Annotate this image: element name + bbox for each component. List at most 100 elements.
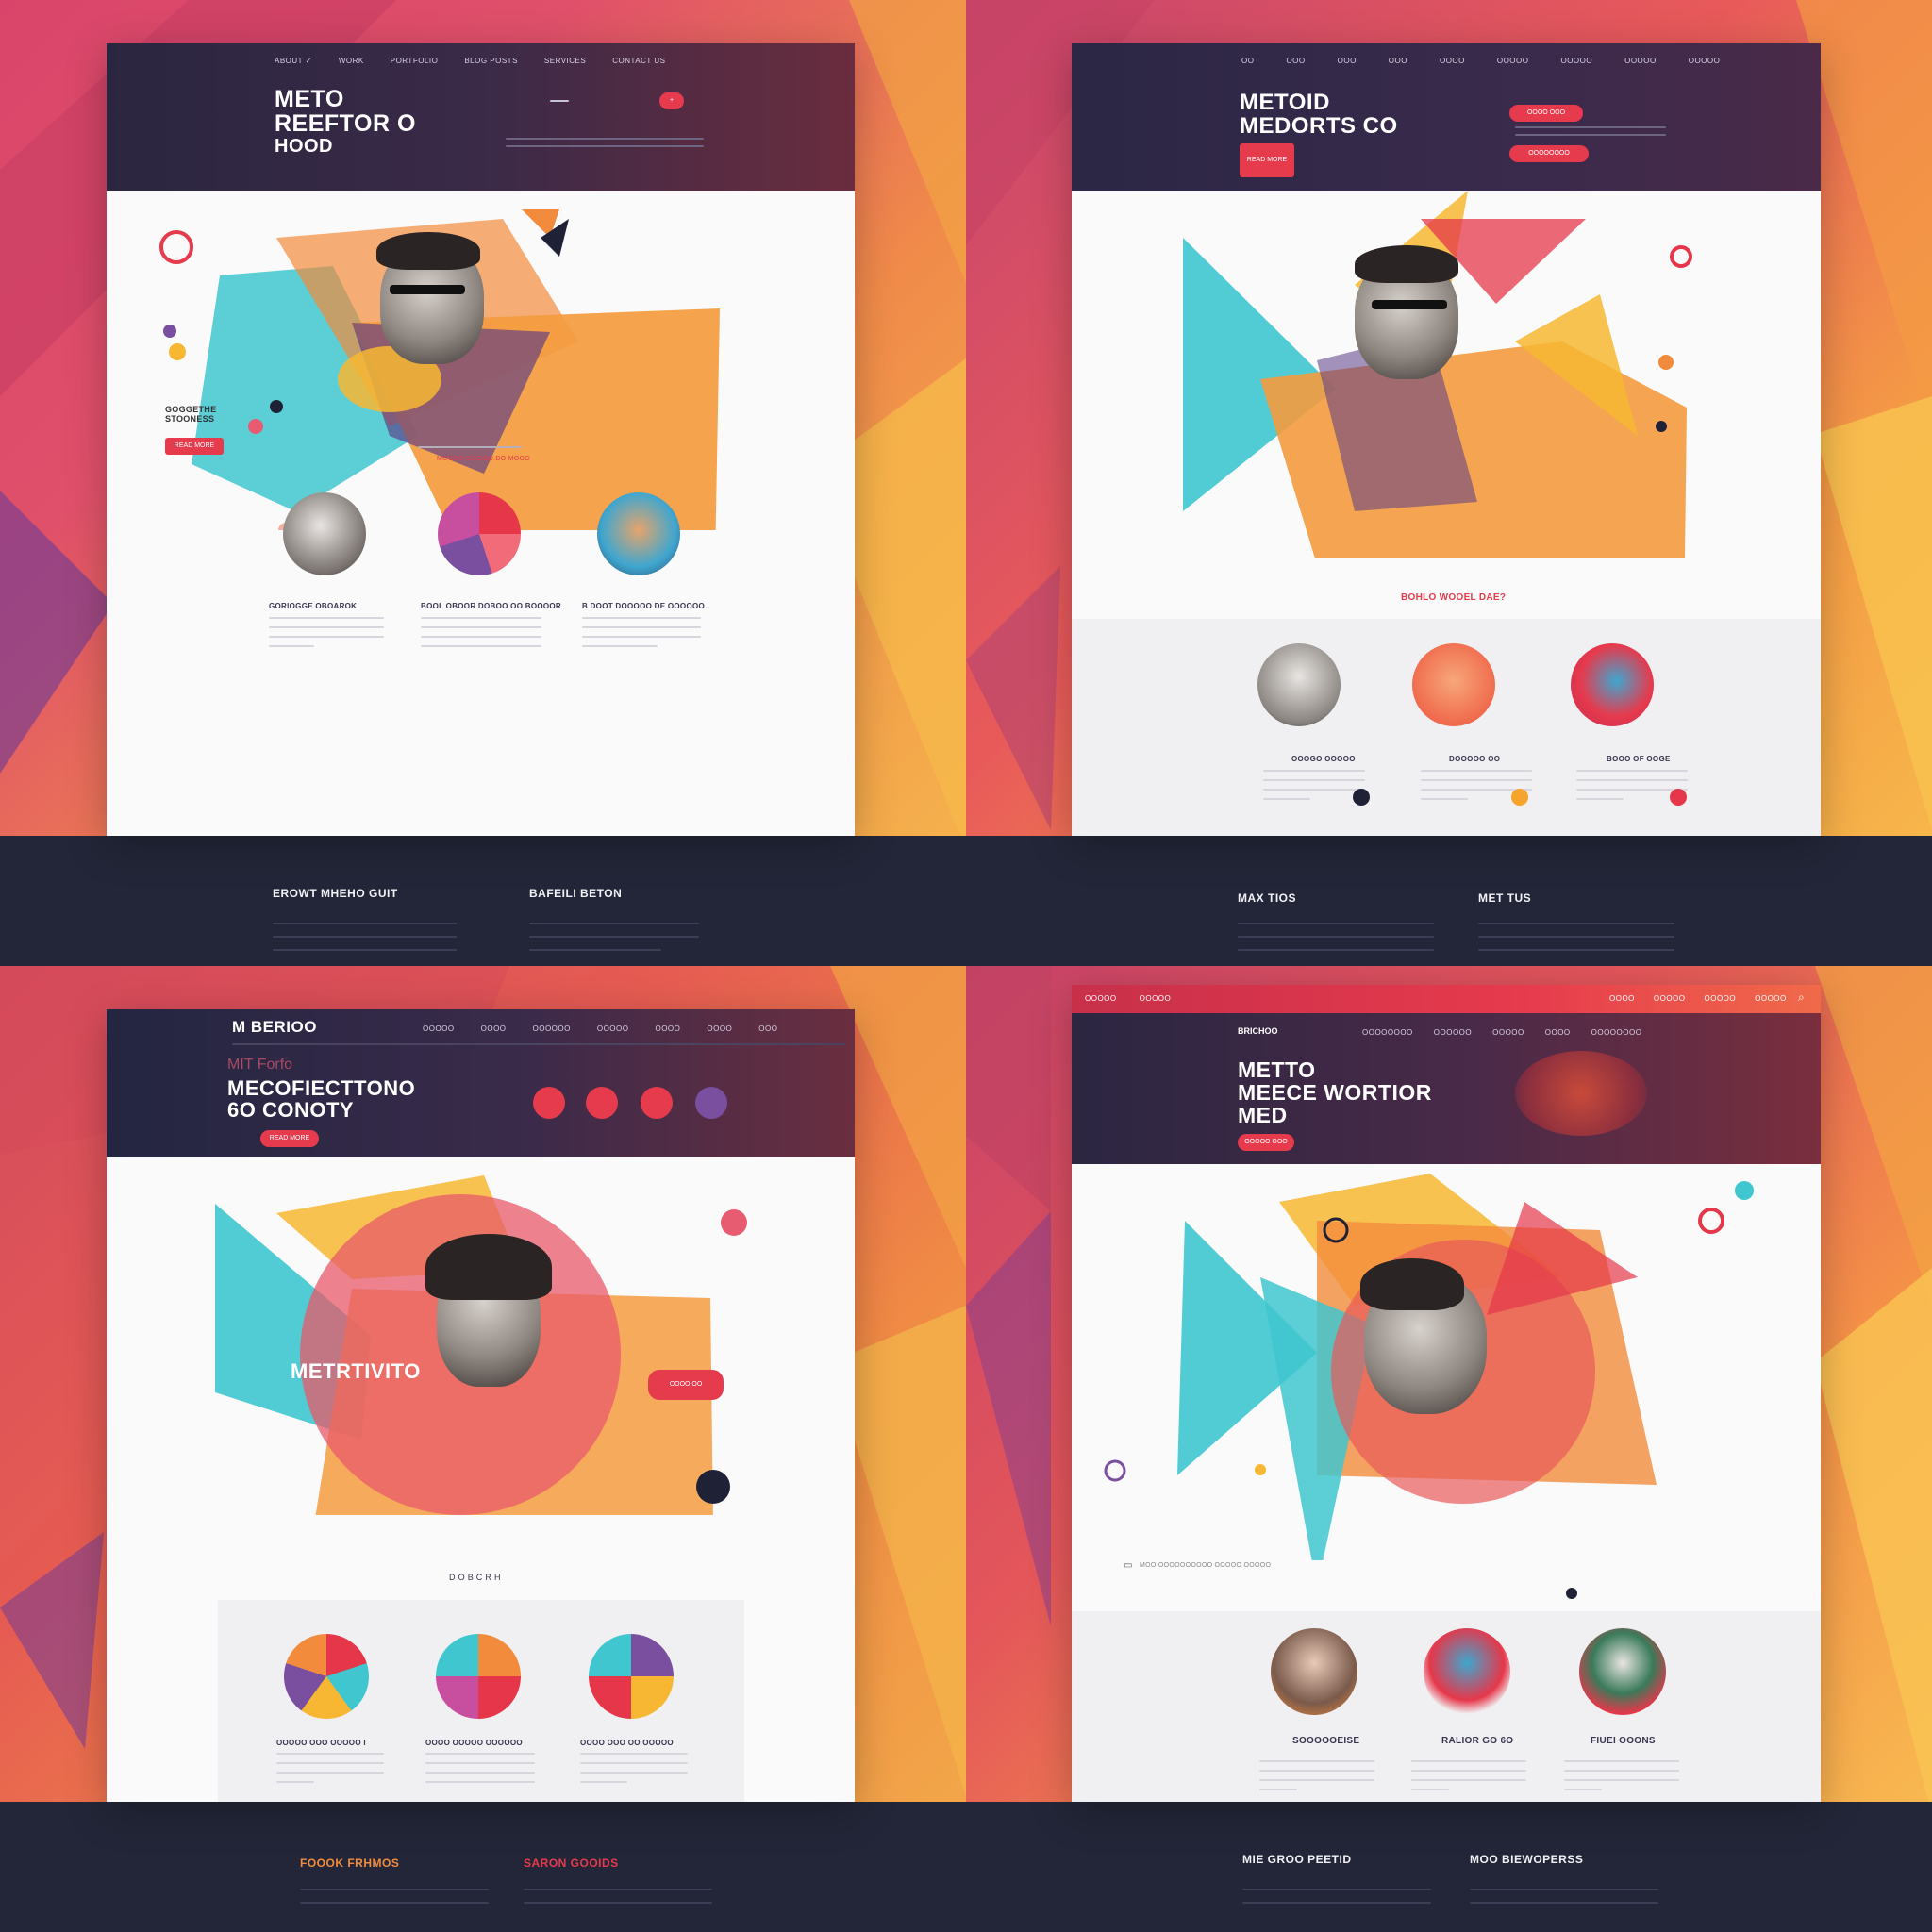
card-action-3[interactable] (1670, 789, 1687, 806)
top-nav-item-6[interactable]: OOOOO (1755, 994, 1787, 1003)
card-image-3[interactable] (1571, 643, 1654, 726)
header-read-more-button[interactable]: READ MORE (260, 1130, 319, 1147)
top-nav-item-2[interactable]: OOOOO (1140, 994, 1172, 1003)
nav-item-9[interactable]: OOOOO (1689, 57, 1721, 65)
main-nav: OOOOO OOOO OOOOOO OOOOO OOOO OOOO OOO (423, 1024, 777, 1033)
nav-item-4[interactable]: OOOOO (597, 1024, 629, 1033)
brand-logo[interactable]: M BERIOO (232, 1019, 317, 1036)
header-cta-button[interactable]: OOOOO OOO (1238, 1134, 1294, 1151)
mockup-panel-3: M BERIOO OOOOO OOOO OOOOOO OOOOO OOOO OO… (0, 966, 966, 1932)
card-action-2[interactable] (1511, 789, 1528, 806)
hero-cta-button[interactable]: OOOO OO (648, 1370, 724, 1400)
nav-item-5[interactable]: OOOOOOOO (1591, 1028, 1642, 1037)
card-image-1[interactable] (284, 1634, 369, 1719)
search-icon[interactable]: ⌕ (1798, 991, 1805, 1005)
nav-item-services[interactable]: SERVICES (544, 57, 586, 65)
card-image-1[interactable] (1257, 643, 1341, 726)
footer-band (0, 836, 966, 966)
hero-caption: MOGOO GOOOO DO MOOO (437, 456, 531, 462)
card-image-2[interactable] (438, 492, 521, 575)
footer-heading-1: MAX TIOS (1238, 891, 1297, 905)
nav-item-1[interactable]: OOOOO (423, 1024, 455, 1033)
top-nav-item-4[interactable]: OOOOO (1654, 994, 1686, 1003)
pill-button-b[interactable]: OOOOOOOO (1509, 145, 1589, 162)
nav-item-2[interactable]: OOOO (481, 1024, 507, 1033)
nav-item-2[interactable]: OOO (1286, 57, 1305, 65)
page-3: M BERIOO OOOOO OOOO OOOOOO OOOOO OOOO OO… (107, 1009, 855, 1802)
nav-item-3[interactable]: OOOOO (1492, 1028, 1524, 1037)
social-icon-4[interactable] (695, 1087, 727, 1119)
nav-item-blog[interactable]: BLOG POSTS (464, 57, 518, 65)
scroll-indicator[interactable] (1566, 1588, 1577, 1599)
nav-item-4[interactable]: OOOO (1545, 1028, 1571, 1037)
card-title-3: OOOO OOO OO OOOOO (580, 1739, 674, 1747)
mockup-panel-2: OO OOO OOO OOO OOOO OOOOO OOOOO OOOOO OO… (966, 0, 1932, 966)
card-title-2: DOOOOO OO (1449, 755, 1501, 763)
nav-item-3[interactable]: OOOOOO (533, 1024, 571, 1033)
nav-item-6[interactable]: OOOOO (1497, 57, 1529, 65)
footer-heading-2: MOO BIEWOPERSS (1470, 1853, 1584, 1866)
nav-item-3[interactable]: OOO (1338, 57, 1357, 65)
nav-item-6[interactable]: OOOO (707, 1024, 732, 1033)
nav-item-1[interactable]: OO (1241, 57, 1254, 65)
card-title-3: B DOOT DOOOOO DE OOOOOO (582, 602, 706, 610)
card-action-1[interactable] (1353, 789, 1370, 806)
nav-item-5[interactable]: OOOO (1440, 57, 1465, 65)
main-nav: OO OOO OOO OOO OOOO OOOOO OOOOO OOOOO OO… (1241, 57, 1720, 65)
card-image-2[interactable] (436, 1634, 521, 1719)
page-title: METOID MEDORTS CO (1240, 90, 1398, 140)
nav-item-work[interactable]: WORK (339, 57, 364, 65)
card-image-3[interactable] (1579, 1628, 1666, 1715)
header-illustration (1515, 1051, 1647, 1136)
footer-heading-2: SARON GOOIDS (524, 1857, 619, 1870)
page-title: METO REEFTOR O HOOD (275, 86, 416, 157)
nav-item-about[interactable]: ABOUT ✓ (275, 57, 312, 65)
card-title-3: BOOO OF OOGE (1607, 755, 1671, 763)
mockup-panel-4: OOOOO OOOOO OOOO OOOOO OOOOO OOOOO ⌕ BRI… (966, 966, 1932, 1932)
top-nav-item-3[interactable]: OOOO (1609, 994, 1635, 1003)
card-title-1: GORIOGGE OBOAROK (269, 602, 358, 610)
read-more-button[interactable]: READ MORE (165, 438, 224, 455)
card-title-1: SOOOOOEISE (1292, 1736, 1360, 1746)
card-image-1[interactable] (283, 492, 366, 575)
nav-item-5[interactable]: OOOO (655, 1024, 680, 1033)
play-icon[interactable]: ▭ (1124, 1560, 1132, 1571)
footer-heading-2: MET TUS (1478, 891, 1532, 905)
page-1: ABOUT ✓ WORK PORTFOLIO BLOG POSTS SERVIC… (107, 43, 855, 836)
nav-item-7[interactable]: OOO (758, 1024, 777, 1033)
pill-button-a[interactable]: OOOO OOO (1509, 105, 1583, 122)
hero-header: BRICHOO OOOOOOOO OOOOOO OOOOO OOOO OOOOO… (1072, 1013, 1821, 1164)
card-image-2[interactable] (1424, 1628, 1510, 1715)
top-nav-item-5[interactable]: OOOOO (1705, 994, 1737, 1003)
footer-heading-2: BAFEILI BETON (529, 887, 623, 900)
social-icon-1[interactable] (533, 1087, 565, 1119)
nav-item-8[interactable]: OOOOO (1624, 57, 1657, 65)
header-plus-button[interactable]: + (659, 92, 684, 109)
social-icon-3[interactable] (641, 1087, 673, 1119)
card-image-3[interactable] (589, 1634, 674, 1719)
hero-illustration (159, 209, 720, 530)
card-title-3: FIUEI OOONS (1591, 1736, 1656, 1746)
nav-item-1[interactable]: OOOOOOOO (1362, 1028, 1413, 1037)
card-title-1: OOOOO OOO OOOOO I (276, 1739, 366, 1747)
hero-header: OO OOO OOO OOO OOOO OOOOO OOOOO OOOOO OO… (1072, 43, 1821, 191)
card-image-2[interactable] (1412, 643, 1495, 726)
mockup-panel-1: ABOUT ✓ WORK PORTFOLIO BLOG POSTS SERVIC… (0, 0, 966, 966)
top-nav-item-1[interactable]: OOOOO (1085, 994, 1117, 1003)
deco-dot (163, 325, 176, 338)
nav-item-2[interactable]: OOOOOO (1434, 1028, 1472, 1037)
nav-item-portfolio[interactable]: PORTFOLIO (391, 57, 439, 65)
nav-item-7[interactable]: OOOOO (1560, 57, 1592, 65)
nav-item-4[interactable]: OOO (1389, 57, 1407, 65)
header-read-more-button[interactable]: READ MORE (1240, 143, 1294, 177)
divider (550, 100, 569, 102)
card-image-1[interactable] (1271, 1628, 1357, 1715)
footer-heading-1: MIE GROO PEETID (1242, 1853, 1352, 1866)
social-icon-2[interactable] (586, 1087, 618, 1119)
tagline: BOHLO WOOEL DAE? (1401, 592, 1507, 603)
brand-logo[interactable]: BRICHOO (1238, 1026, 1278, 1036)
card-title-2: OOOO OOOOO OOOOOO (425, 1739, 523, 1747)
card-image-3[interactable] (597, 492, 680, 575)
nav-item-contact[interactable]: CONTACT US (612, 57, 665, 65)
page-4: OOOOO OOOOO OOOO OOOOO OOOOO OOOOO ⌕ BRI… (1072, 985, 1821, 1802)
